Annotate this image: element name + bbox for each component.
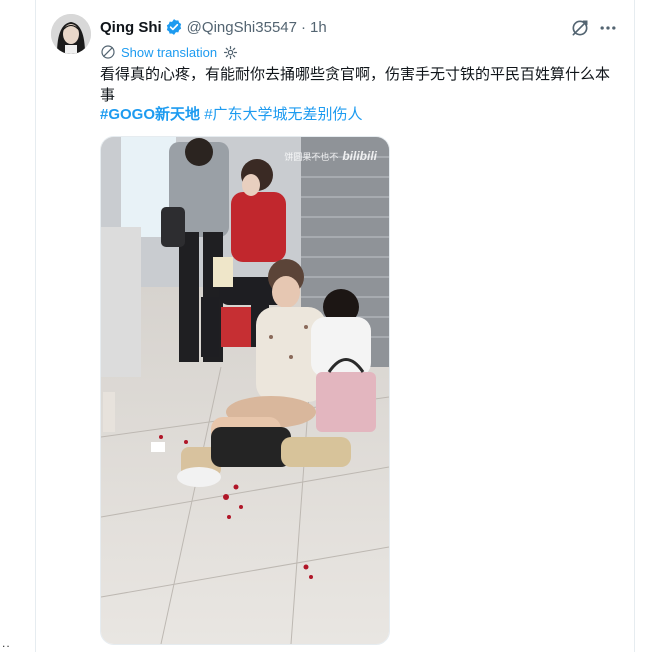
overflow-ellipsis: .. [2,636,11,650]
tweet-text: 看得真的心疼，有能耐你去捅哪些贪官啊，伤害手无寸铁的平民百姓算什么本事 [100,66,611,104]
tweet-header: Qing Shi @QingShi35547 · 1h [100,16,327,38]
hashtag-link[interactable]: #广东大学城无差别伤人 [204,106,362,123]
translate-icon [100,44,116,60]
show-translation-label[interactable]: Show translation [121,45,217,60]
video-frame-image [101,137,389,644]
grok-icon[interactable] [570,18,590,38]
hashtag-row: #GOGO新天地 #广东大学城无差别伤人 [100,105,363,125]
bilibili-logo: bilibili [342,149,377,163]
gear-icon[interactable] [223,45,238,60]
timestamp[interactable]: 1h [310,19,327,36]
tweet-card[interactable]: Qing Shi @QingShi35547 · 1h Show transla… [35,0,635,652]
avatar[interactable] [51,14,91,54]
separator-dot: · [300,18,306,36]
more-options-icon[interactable] [598,18,618,38]
verified-badge-icon [165,18,183,36]
show-translation-link[interactable]: Show translation [100,42,238,62]
watermark-text: 饼圆果不也不 [284,152,339,162]
tweet-video[interactable]: 饼圆果不也不 bilibili [100,136,390,645]
author-handle[interactable]: @QingShi35547 [187,19,297,36]
author-name[interactable]: Qing Shi [100,19,162,36]
hashtag-link[interactable]: #GOGO新天地 [100,106,200,123]
video-watermark: 饼圆果不也不 bilibili [284,149,377,163]
